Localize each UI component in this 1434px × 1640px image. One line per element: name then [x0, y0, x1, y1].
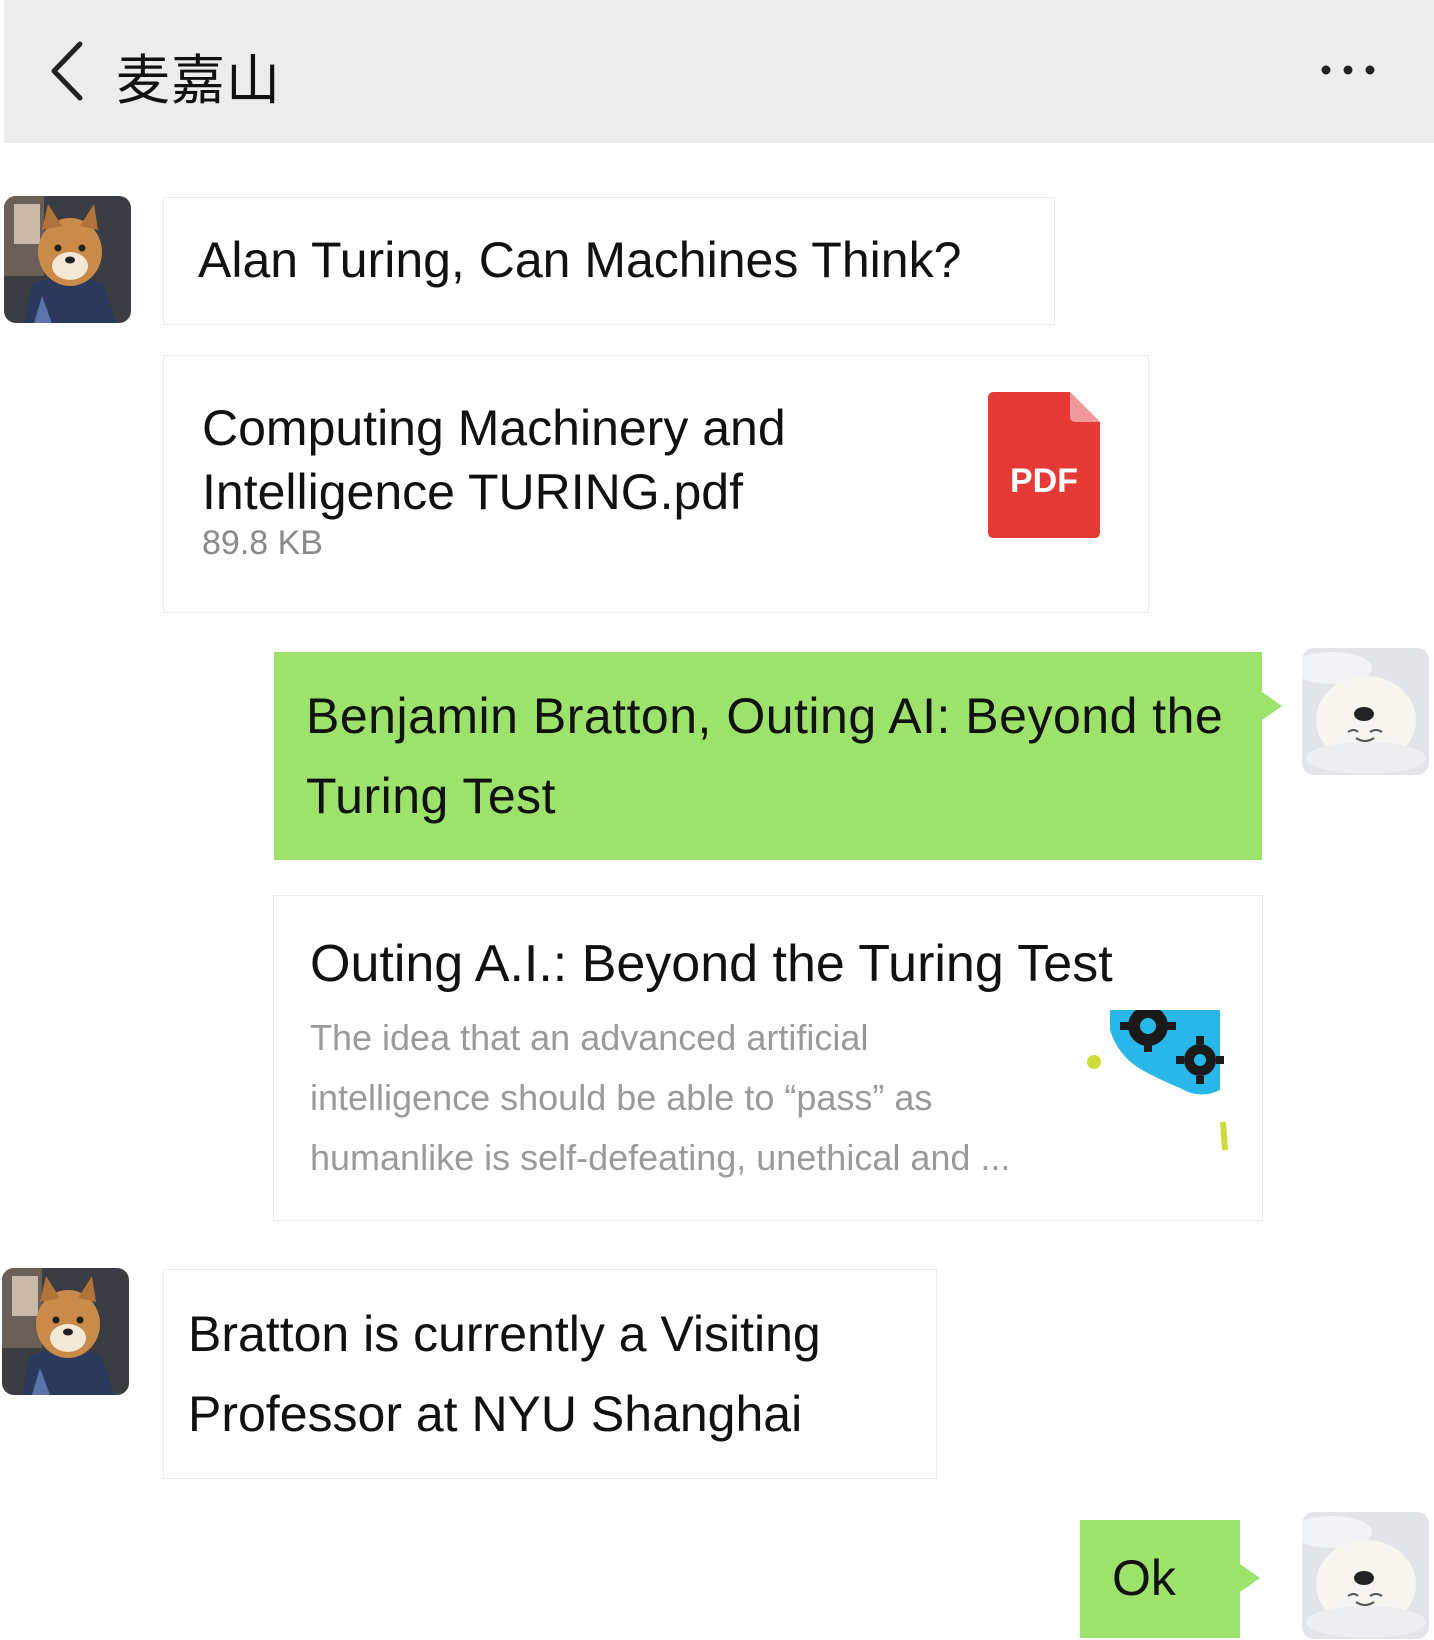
chevron-left-icon[interactable]	[44, 38, 94, 104]
link-preview-card[interactable]: Outing A.I.: Beyond the Turing Test The …	[274, 896, 1262, 1220]
bubble-pointer	[1240, 1564, 1260, 1592]
pdf-file-icon: PDF	[988, 392, 1100, 538]
chat-header: 麦嘉山	[4, 0, 1434, 143]
file-size: 89.8 KB	[202, 524, 323, 562]
file-message-card[interactable]: Computing Machinery and Intelligence TUR…	[164, 356, 1148, 612]
file-name: Computing Machinery and Intelligence TUR…	[202, 400, 786, 520]
more-dots-icon[interactable]	[1318, 60, 1378, 80]
link-description: The idea that an advanced artificial int…	[310, 1017, 1011, 1178]
link-title: Outing A.I.: Beyond the Turing Test	[310, 935, 1113, 993]
message-bubble-outgoing[interactable]: Ok	[1080, 1520, 1260, 1638]
avatar-self[interactable]	[1302, 648, 1429, 775]
gears-thumbnail-image	[1087, 1010, 1228, 1150]
pdf-badge-text: PDF	[1010, 462, 1078, 500]
avatar-contact[interactable]	[2, 1268, 129, 1395]
message-bubble-incoming[interactable]: Bratton is currently a Visiting Professo…	[164, 1270, 936, 1478]
message-bubble-outgoing[interactable]: Benjamin Bratton, Outing AI: Beyond the …	[274, 652, 1282, 860]
message-text: Alan Turing, Can Machines Think?	[198, 232, 962, 288]
bubble-pointer	[1262, 692, 1282, 720]
message-bubble-incoming[interactable]: Alan Turing, Can Machines Think?	[164, 198, 1054, 324]
message-text: Ok	[1112, 1550, 1176, 1606]
avatar-contact[interactable]	[4, 196, 131, 323]
message-text: Bratton is currently a Visiting Professo…	[188, 1306, 821, 1442]
avatar-self[interactable]	[1302, 1512, 1429, 1639]
message-text: Benjamin Bratton, Outing AI: Beyond the …	[306, 688, 1224, 824]
chat-title: 麦嘉山	[116, 49, 281, 112]
